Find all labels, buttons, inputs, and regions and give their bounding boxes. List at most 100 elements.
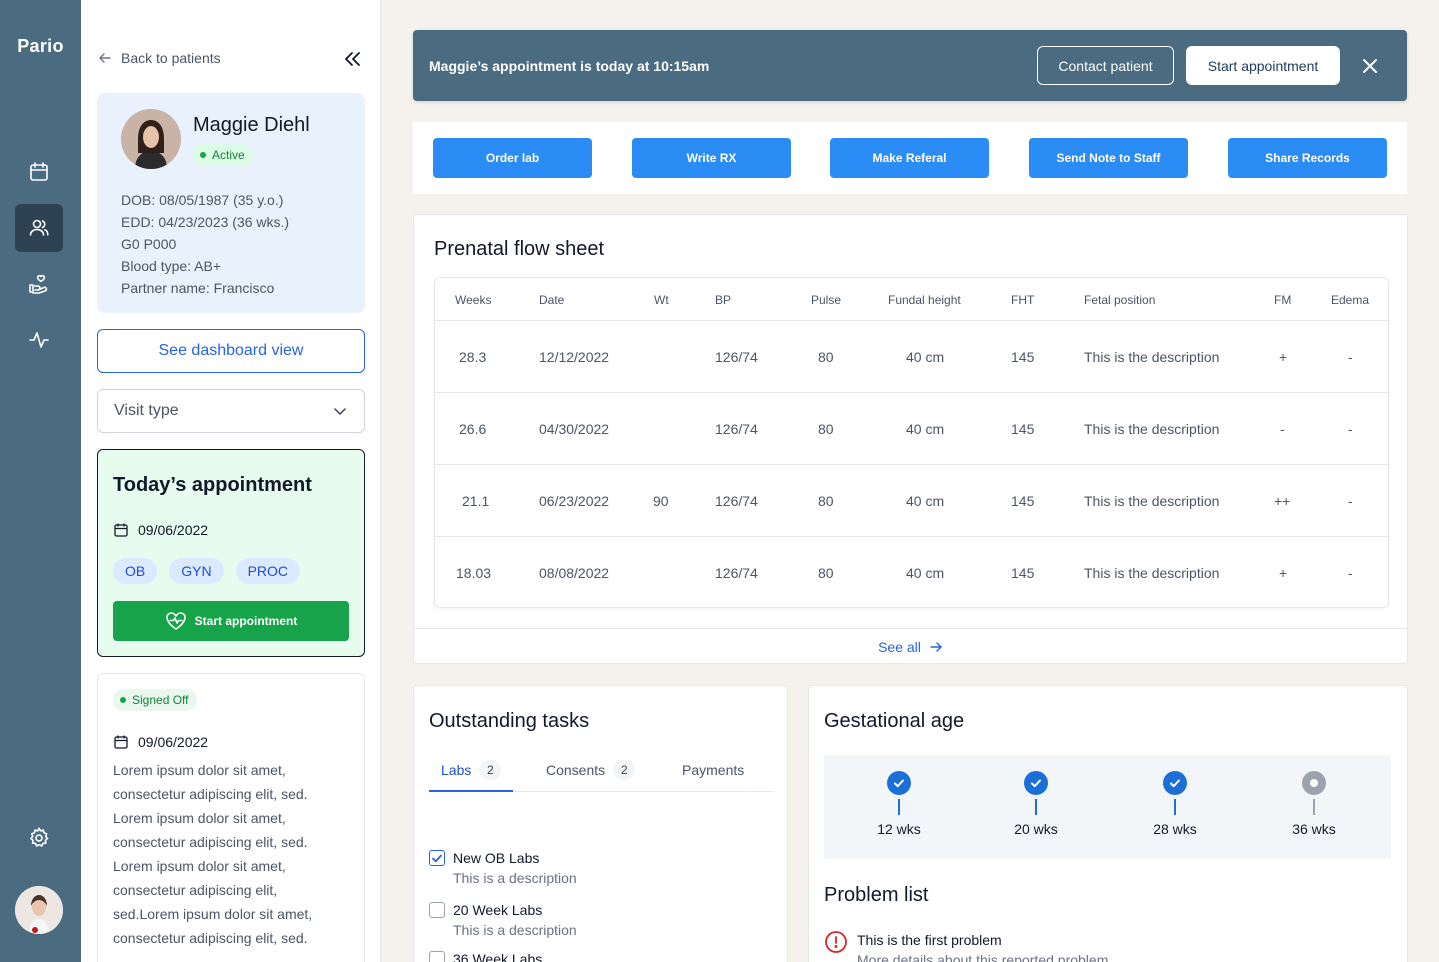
- today-appointment-title: Today’s appointment: [113, 474, 312, 496]
- note-line: sed.Lorem ipsum dolor sit amet,: [113, 906, 313, 922]
- task-checkbox[interactable]: [429, 850, 445, 866]
- date-text: 09/06/2022: [138, 734, 209, 750]
- tab-labs[interactable]: Labs 2: [429, 758, 514, 792]
- nav-settings[interactable]: [15, 814, 63, 862]
- problem-item[interactable]: This is the first problem More details a…: [824, 930, 1108, 962]
- arrow-right-icon: [930, 641, 942, 652]
- tag-proc[interactable]: PROC: [235, 558, 301, 584]
- milestone-connector: [1035, 799, 1037, 815]
- start-appointment-label: Start appointment: [194, 614, 298, 628]
- back-to-patients-link[interactable]: Back to patients: [97, 50, 221, 66]
- send-note-button[interactable]: Send Note to Staff: [1029, 138, 1188, 178]
- patient-blood-type: Blood type: AB+: [121, 258, 222, 274]
- users-icon: [29, 219, 49, 236]
- problem-description: More details about this reported problem: [857, 952, 1109, 962]
- col-weeks: Weeks: [455, 293, 492, 307]
- prenatal-flow-sheet-card: Prenatal flow sheet Weeks Date Wt BP Pul…: [413, 214, 1408, 664]
- note-line: consectetur adipiscing elit, sed.: [113, 930, 308, 946]
- past-visit-card[interactable]: Signed Off 09/06/2022 Lorem ipsum dolor …: [97, 673, 365, 962]
- col-wt: Wt: [654, 293, 669, 307]
- gestational-title: Gestational age: [824, 710, 965, 732]
- tab-count: 2: [479, 760, 502, 780]
- tab-consents[interactable]: Consents 2: [546, 758, 636, 792]
- patient-gravida: G0 P000: [121, 236, 177, 252]
- cell-pulse: 80: [818, 493, 834, 509]
- milestone-label: 20 wks: [1014, 821, 1058, 837]
- see-all-link[interactable]: See all: [414, 628, 1407, 664]
- table-row[interactable]: 21.1 06/23/2022 90 126/74 80 40 cm 145 T…: [435, 465, 1388, 537]
- nav-patients[interactable]: [15, 204, 63, 252]
- banner-message: Maggie’s appointment is today at 10:15am: [429, 58, 710, 74]
- status-label: Active: [212, 148, 245, 162]
- cell-fetal-position: This is the description: [1084, 565, 1220, 581]
- cell-fht: 145: [1011, 565, 1035, 581]
- tasks-title: Outstanding tasks: [429, 710, 590, 732]
- visit-tags: OB GYN PROC: [113, 558, 301, 584]
- tag-gyn[interactable]: GYN: [169, 558, 224, 584]
- calendar-icon: [114, 735, 128, 749]
- table-row[interactable]: 18.03 08/08/2022 126/74 80 40 cm 145 Thi…: [435, 537, 1388, 607]
- gestational-age-card: Gestational age 12 wks 20 wks 28 wks 36 …: [808, 685, 1408, 962]
- table-row[interactable]: 26.6 04/30/2022 126/74 80 40 cm 145 This…: [435, 393, 1388, 465]
- nav-calendar[interactable]: [15, 148, 63, 196]
- tab-payments[interactable]: Payments: [682, 758, 744, 792]
- collapse-panel-button[interactable]: [341, 49, 363, 69]
- share-records-button[interactable]: Share Records: [1228, 138, 1387, 178]
- cell-weeks: 26.6: [459, 421, 487, 437]
- milestone-connector: [898, 799, 900, 815]
- task-description: This is a description: [453, 870, 577, 886]
- banner-start-appointment-button[interactable]: Start appointment: [1186, 46, 1340, 85]
- visit-type-select[interactable]: Visit type: [97, 389, 365, 433]
- note-line: consectetur adipiscing elit,: [113, 882, 278, 898]
- task-checkbox[interactable]: [429, 902, 445, 918]
- cell-bp: 126/74: [715, 349, 758, 365]
- nav-rail: Pario: [0, 0, 81, 962]
- task-description: This is a description: [453, 922, 577, 938]
- task-item[interactable]: 20 Week Labs This is a description: [429, 900, 577, 940]
- cell-wt: 90: [653, 493, 669, 509]
- make-referral-button[interactable]: Make Referal: [830, 138, 989, 178]
- col-edema: Edema: [1331, 293, 1370, 307]
- cell-date: 08/08/2022: [539, 565, 610, 581]
- see-dashboard-button[interactable]: See dashboard view: [97, 329, 365, 373]
- user-avatar[interactable]: [15, 886, 63, 934]
- note-line: consectetur adipiscing elit, sed.: [113, 786, 308, 802]
- past-visit-date: 09/06/2022: [113, 734, 208, 750]
- task-item[interactable]: 36 Week Labs: [429, 949, 542, 962]
- col-date: Date: [539, 293, 565, 307]
- col-fetal-position: Fetal position: [1084, 293, 1156, 307]
- see-all-label: See all: [878, 638, 921, 655]
- cell-date: 04/30/2022: [539, 421, 610, 437]
- write-rx-button[interactable]: Write RX: [632, 138, 791, 178]
- tag-ob[interactable]: OB: [113, 558, 158, 584]
- check-circle-icon: [1163, 771, 1187, 795]
- tab-label: Payments: [682, 762, 745, 778]
- patient-dob: DOB: 08/05/1987 (35 y.o.): [121, 192, 284, 208]
- start-appointment-button[interactable]: Start appointment: [113, 601, 349, 641]
- cell-bp: 126/74: [715, 565, 758, 581]
- nav-care[interactable]: [15, 260, 63, 308]
- today-appointment-card: Today’s appointment 09/06/2022 OB GYN PR…: [97, 449, 365, 657]
- nav-activity[interactable]: [15, 316, 63, 364]
- visit-type-placeholder: Visit type: [114, 402, 179, 419]
- patient-card: Maggie Diehl Active DOB: 08/05/1987 (35 …: [97, 93, 365, 313]
- order-lab-button[interactable]: Order lab: [433, 138, 592, 178]
- task-checkbox[interactable]: [429, 951, 445, 962]
- status-dot: [200, 152, 206, 158]
- contact-patient-button[interactable]: Contact patient: [1037, 46, 1174, 85]
- milestone-connector: [1174, 799, 1176, 815]
- appointment-banner: Maggie’s appointment is today at 10:15am…: [413, 30, 1407, 101]
- task-item[interactable]: New OB Labs This is a description: [429, 848, 577, 888]
- task-title: 36 Week Labs: [453, 951, 543, 962]
- close-icon: [1363, 59, 1377, 73]
- table-header: Weeks Date Wt BP Pulse Fundal height FHT…: [435, 278, 1388, 321]
- table-row[interactable]: 28.3 12/12/2022 126/74 80 40 cm 145 This…: [435, 321, 1388, 393]
- col-fht: FHT: [1011, 293, 1035, 307]
- cell-pulse: 80: [818, 349, 834, 365]
- tab-count: 2: [613, 760, 636, 780]
- tab-label: Consents: [546, 762, 606, 778]
- quick-actions-bar: Order lab Write RX Make Referal Send Not…: [413, 122, 1407, 194]
- cell-fundal-height: 40 cm: [906, 493, 945, 509]
- signed-off-badge: Signed Off: [113, 689, 198, 711]
- close-banner-button[interactable]: [1360, 56, 1380, 76]
